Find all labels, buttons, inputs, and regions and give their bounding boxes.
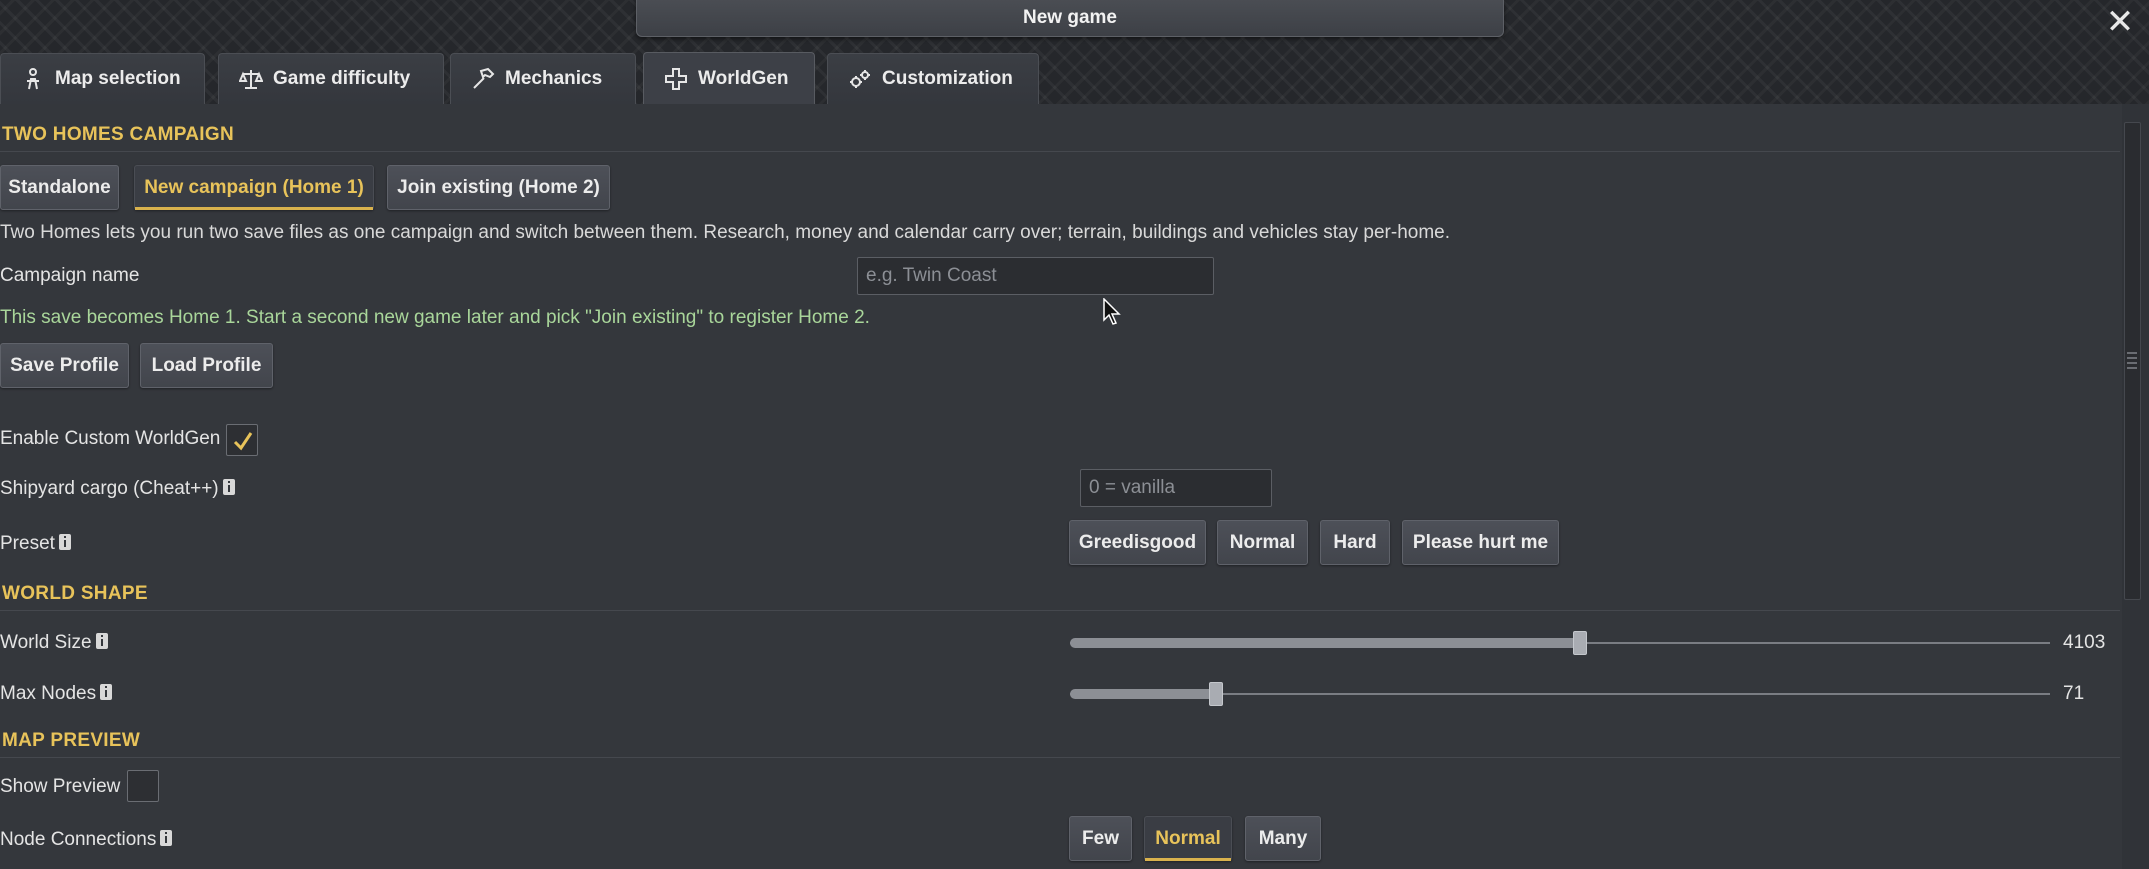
slider-handle[interactable] — [1573, 631, 1587, 655]
info-icon[interactable] — [95, 633, 108, 649]
max-nodes-slider[interactable] — [1070, 679, 2050, 709]
preset-label-text: Preset — [0, 533, 55, 554]
preset-please-hurt-me-button[interactable]: Please hurt me — [1402, 520, 1559, 565]
world-size-value: 4103 — [2063, 632, 2106, 653]
window-title: New game — [636, 0, 1504, 37]
info-icon[interactable] — [100, 684, 113, 700]
node-connections-label-text: Node Connections — [0, 829, 157, 850]
preset-normal-button[interactable]: Normal — [1217, 520, 1308, 565]
node-connections-label: Node Connections — [0, 829, 173, 851]
world-size-slider[interactable] — [1070, 628, 2050, 658]
tab-worldgen[interactable]: WorldGen — [643, 52, 815, 104]
scales-icon — [239, 70, 263, 89]
slider-handle[interactable] — [1209, 682, 1223, 706]
enable-custom-worldgen-label: Enable Custom WorldGen — [0, 428, 221, 449]
load-profile-button[interactable]: Load Profile — [140, 343, 273, 388]
tab-label: Map selection — [55, 68, 181, 89]
tab-map-selection[interactable]: Map selection — [0, 53, 205, 104]
checkmark-icon — [233, 432, 253, 451]
plus-cross-icon — [665, 67, 687, 90]
enable-custom-worldgen-checkbox[interactable] — [226, 424, 258, 456]
slider-fill — [1070, 638, 1580, 648]
tab-label: WorldGen — [698, 67, 789, 89]
mode-join-existing-button[interactable]: Join existing (Home 2) — [387, 165, 610, 210]
section-divider — [0, 610, 2120, 611]
info-icon[interactable] — [222, 479, 235, 495]
campaign-name-input[interactable] — [857, 257, 1214, 295]
info-icon[interactable] — [58, 534, 71, 550]
mode-new-campaign-button[interactable]: New campaign (Home 1) — [134, 165, 374, 210]
section-divider — [0, 757, 2120, 758]
shipyard-cargo-label: Shipyard cargo (Cheat++) — [0, 478, 235, 500]
campaign-name-label: Campaign name — [0, 265, 140, 286]
preset-hard-button[interactable]: Hard — [1320, 520, 1390, 565]
section-title-two-homes: TWO HOMES CAMPAIGN — [2, 124, 234, 145]
hammer-icon — [473, 67, 495, 89]
mouse-cursor-icon — [1103, 298, 1121, 325]
node-connections-few-button[interactable]: Few — [1069, 816, 1132, 861]
two-homes-hint: This save becomes Home 1. Start a second… — [0, 307, 870, 328]
show-preview-checkbox[interactable] — [127, 770, 159, 802]
world-size-label: World Size — [0, 632, 108, 654]
section-divider — [0, 151, 2120, 152]
shipyard-cargo-label-text: Shipyard cargo (Cheat++) — [0, 478, 219, 499]
mode-standalone-button[interactable]: Standalone — [0, 165, 119, 210]
info-icon[interactable] — [160, 830, 173, 846]
save-profile-button[interactable]: Save Profile — [0, 343, 129, 388]
max-nodes-label-text: Max Nodes — [0, 683, 97, 704]
max-nodes-label: Max Nodes — [0, 683, 113, 705]
worldgen-panel — [0, 104, 2122, 869]
scrollbar-grip-icon — [2127, 352, 2137, 370]
two-homes-description: Two Homes lets you run two save files as… — [0, 222, 1451, 243]
tab-mechanics[interactable]: Mechanics — [450, 53, 636, 104]
map-pin-person-icon — [27, 68, 39, 90]
show-preview-label: Show Preview — [0, 776, 121, 797]
world-size-label-text: World Size — [0, 632, 92, 653]
node-connections-normal-button[interactable]: Normal — [1144, 816, 1232, 861]
gears-icon — [850, 70, 870, 88]
preset-label: Preset — [0, 533, 71, 555]
section-title-world-shape: WORLD SHAPE — [2, 583, 148, 604]
tab-label: Game difficulty — [273, 68, 411, 89]
preset-greedisgood-button[interactable]: Greedisgood — [1069, 520, 1206, 565]
close-icon[interactable]: ✕ — [2100, 4, 2140, 40]
shipyard-cargo-input[interactable] — [1080, 469, 1272, 507]
tab-label: Mechanics — [505, 68, 603, 89]
node-connections-many-button[interactable]: Many — [1245, 816, 1321, 861]
section-title-map-preview: MAP PREVIEW — [2, 730, 141, 751]
tab-customization[interactable]: Customization — [827, 53, 1039, 104]
slider-fill — [1070, 689, 1216, 699]
max-nodes-value: 71 — [2063, 683, 2085, 704]
tab-label: Customization — [882, 68, 1013, 89]
tab-game-difficulty[interactable]: Game difficulty — [218, 53, 444, 104]
